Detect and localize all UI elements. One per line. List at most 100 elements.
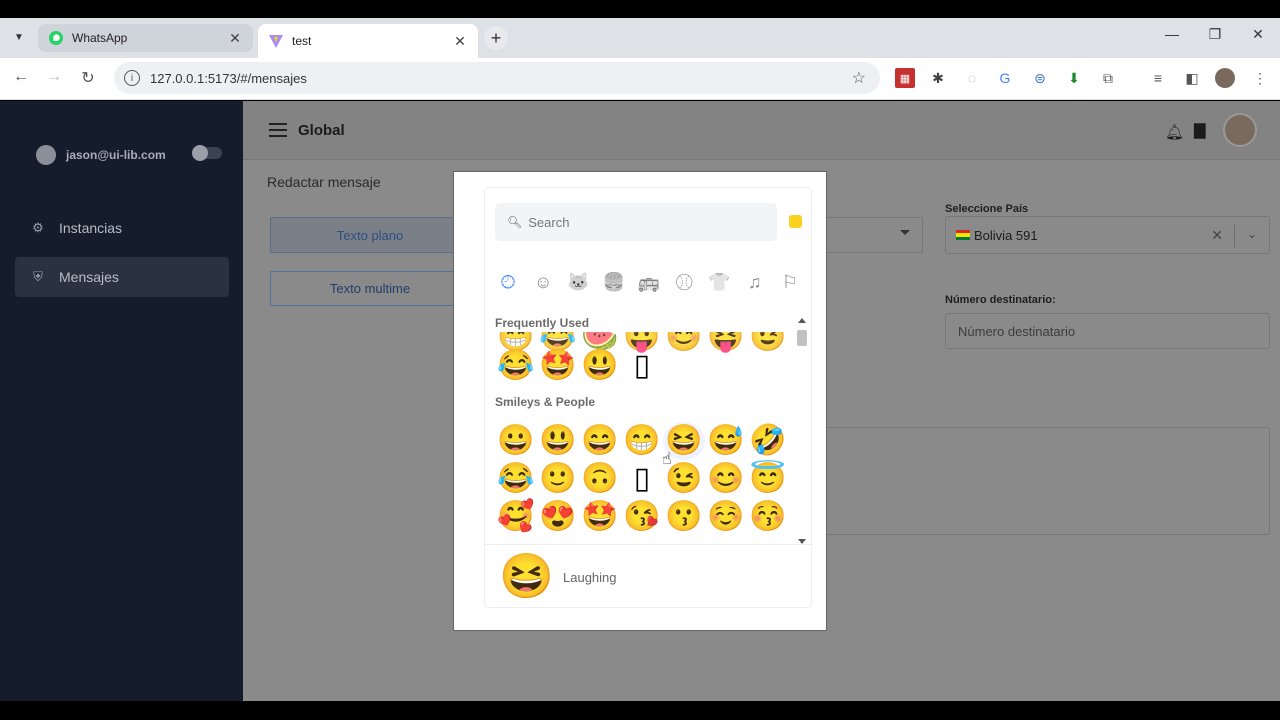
avatar[interactable] <box>1223 113 1257 147</box>
emoji-button[interactable]: 😂 <box>495 347 537 385</box>
address-bar[interactable]: i 127.0.0.1:5173/#/mensajes ☆ <box>114 62 880 94</box>
chevron-down-icon[interactable]: ⌄ <box>1247 227 1257 241</box>
country-select[interactable]: Bolivia 591 ✕ ⌄ <box>945 216 1270 254</box>
kebab-menu-icon[interactable]: ⋮ <box>1250 68 1270 88</box>
sidebar-item-label: Mensajes <box>59 269 119 285</box>
emoji-button[interactable]: 😀 <box>495 422 537 460</box>
scrollbar[interactable] <box>796 318 808 544</box>
bug-extension-icon[interactable]: ✱ <box>928 68 948 88</box>
user-profile[interactable]: jason@ui-lib.com <box>36 145 166 165</box>
emoji-button[interactable]: 😚 <box>747 498 789 536</box>
scroll-thumb[interactable] <box>797 330 807 346</box>
mouse-cursor-icon: ☝︎ <box>662 451 672 468</box>
emoji-button[interactable]: 🥰 <box>495 498 537 536</box>
emoji-row: 😀 😃 😄 😁 😆 😅 🤣 <box>495 422 789 460</box>
sidebar-item-mensajes[interactable]: ⛨ Mensajes <box>15 257 229 297</box>
bookmark-star-icon[interactable]: ☆ <box>852 68 866 88</box>
message-textarea[interactable] <box>827 427 1270 535</box>
minimize-icon[interactable]: — <box>1157 26 1187 42</box>
burger-icon[interactable]: 🍔 <box>601 270 627 294</box>
close-icon[interactable]: ✕ <box>452 33 468 50</box>
emoji-picker: 🔍︎ Search 🕘︎ ☺︎ 🐱 🍔 🚌 ⚾︎ 👕 ♫ ⚐ 😁 😂 🍉 😛 😊 😝 😉 F… <box>484 187 813 609</box>
close-window-icon[interactable]: ✕ <box>1243 26 1273 43</box>
reload-icon[interactable]: ↻ <box>77 68 99 88</box>
tab-search-icon[interactable]: ▼ <box>10 28 28 46</box>
emoji-row: 😂 🤩 😃 ▯ <box>495 347 663 385</box>
section-smileys: Smileys & People <box>495 395 596 409</box>
emoji-button[interactable]: 🙃 <box>579 460 621 498</box>
translate-icon[interactable]: G <box>995 68 1015 88</box>
emoji-button[interactable]: 😃 <box>537 422 579 460</box>
emoji-button[interactable]: 🙂 <box>537 460 579 498</box>
forward-icon[interactable]: → <box>43 68 65 86</box>
emoji-button[interactable]: ☺️ <box>705 498 747 536</box>
side-panel-icon[interactable]: ◧ <box>1182 68 1202 88</box>
number-input[interactable]: Número destinatario <box>945 313 1270 349</box>
plain-text-button[interactable]: Texto plano <box>270 217 470 253</box>
skin-tone-button[interactable] <box>789 215 802 228</box>
tab-test[interactable]: test ✕ <box>258 24 478 58</box>
emoji-category-bar: 🕘︎ ☺︎ 🐱 🍔 🚌 ⚾︎ 👕 ♫ ⚐ <box>495 270 803 294</box>
scroll-up-icon[interactable] <box>798 318 806 323</box>
theme-toggle[interactable] <box>192 145 222 161</box>
emoji-button[interactable]: ▯ <box>621 347 663 385</box>
preview-name: Laughing <box>563 569 617 585</box>
bus-icon[interactable]: 🚌 <box>636 270 662 294</box>
profile-avatar[interactable] <box>1215 68 1235 88</box>
flag-icon[interactable]: ⚐ <box>777 270 803 294</box>
emoji-preview: 😆 Laughing <box>485 544 813 609</box>
emoji-button[interactable]: 😍 <box>537 498 579 536</box>
emoji-search-input[interactable]: 🔍︎ Search <box>495 203 777 241</box>
close-icon[interactable]: ✕ <box>227 30 243 47</box>
gear-icon: ⚙ <box>32 220 44 235</box>
multimedia-text-button[interactable]: Texto multime <box>270 271 470 306</box>
shirt-icon[interactable]: 👕 <box>707 270 733 294</box>
menu-icon[interactable] <box>269 123 287 137</box>
emoji-button[interactable]: 😇 <box>747 460 789 498</box>
music-icon[interactable]: ♫ <box>742 270 768 294</box>
emoji-button[interactable]: 😂 <box>495 460 537 498</box>
cat-icon[interactable]: 🐱 <box>566 270 592 294</box>
download-extension-icon[interactable]: ⬇ <box>1064 68 1084 88</box>
select-field[interactable] <box>827 217 923 253</box>
search-icon: 🔍︎ <box>507 215 523 229</box>
emoji-list: 😁 😂 🍉 😛 😊 😝 😉 Frequently Used 😂 🤩 😃 ▯ Smileys & P… <box>485 318 813 544</box>
emoji-button[interactable]: 😊 <box>705 460 747 498</box>
site-info-icon[interactable]: i <box>124 70 140 86</box>
emoji-button[interactable]: 😗 <box>663 498 705 536</box>
clear-icon[interactable]: ✕ <box>1211 227 1223 244</box>
ball-icon[interactable]: ⚾︎ <box>671 270 697 294</box>
emoji-button[interactable]: 😁 <box>621 422 663 460</box>
new-tab-button[interactable]: + <box>484 26 508 50</box>
emoji-button[interactable]: 🤩 <box>537 347 579 385</box>
sidebar: jason@ui-lib.com ⚙ Instancias ⛨ Mensajes <box>0 101 243 701</box>
cast-extension-icon[interactable]: ⊜ <box>1030 68 1050 88</box>
page-title: Global <box>298 122 345 139</box>
vite-icon <box>268 33 284 49</box>
smiley-icon[interactable]: ☺︎ <box>530 270 556 294</box>
back-icon[interactable]: ← <box>10 68 32 86</box>
emoji-row: 😂 🙂 🙃 ▯ 😉 😊 😇 <box>495 460 789 498</box>
emoji-button[interactable]: 😃 <box>579 347 621 385</box>
chat-icon[interactable]: ▇ <box>1194 121 1206 139</box>
emoji-modal: 🔍︎ Search 🕘︎ ☺︎ 🐱 🍔 🚌 ⚾︎ 👕 ♫ ⚐ 😁 😂 🍉 😛 😊 😝 😉 F… <box>453 171 827 631</box>
sidebar-item-instancias[interactable]: ⚙ Instancias <box>15 208 229 248</box>
emoji-button[interactable]: 🤩 <box>579 498 621 536</box>
emoji-button[interactable]: 😅 <box>705 422 747 460</box>
restore-icon[interactable]: ❐ <box>1200 26 1230 43</box>
emoji-button[interactable]: 🤣 <box>747 422 789 460</box>
emoji-button[interactable]: 😄 <box>579 422 621 460</box>
tab-whatsapp[interactable]: WhatsApp ✕ <box>38 24 253 52</box>
bell-icon[interactable]: 🔔︎ <box>1165 123 1184 141</box>
section-frequent: Frequently Used <box>495 318 785 332</box>
user-icon <box>36 145 56 165</box>
media-icon[interactable]: ≡ <box>1148 68 1168 88</box>
loading-extension-icon[interactable]: ◌ <box>962 68 982 88</box>
country-label: Seleccione País <box>945 203 1029 215</box>
shield-icon: ⛨ <box>33 269 43 284</box>
puzzle-icon[interactable]: ⧉ <box>1098 68 1118 88</box>
extension-icon[interactable]: ▦ <box>895 68 915 88</box>
clock-icon[interactable]: 🕘︎ <box>495 270 521 294</box>
emoji-button[interactable]: ▯ <box>621 460 663 498</box>
emoji-button[interactable]: 😘 <box>621 498 663 536</box>
